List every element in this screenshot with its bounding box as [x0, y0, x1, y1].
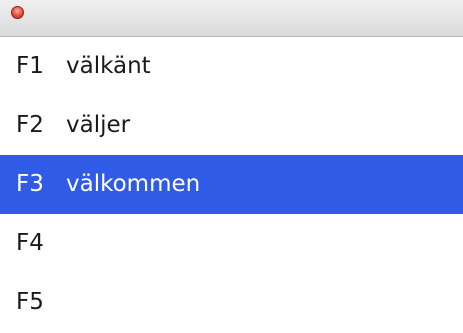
title-bar [0, 0, 463, 37]
candidate-key: F1 [16, 53, 44, 79]
candidate-word: välkommen [66, 171, 201, 197]
list-item[interactable]: F4 [0, 214, 463, 273]
candidate-key: F5 [16, 289, 44, 315]
candidate-key: F3 [16, 171, 44, 197]
list-item[interactable]: F2 väljer [0, 96, 463, 155]
candidate-window: F1 välkänt F2 väljer F3 välkommen F4 F5 [0, 0, 463, 333]
list-item-selected[interactable]: F3 välkommen [0, 155, 463, 214]
list-item[interactable]: F1 välkänt [0, 37, 463, 96]
candidate-key: F2 [16, 112, 44, 138]
candidate-word: väljer [66, 112, 131, 138]
list-item[interactable]: F5 [0, 273, 463, 332]
candidate-word: välkänt [66, 53, 151, 79]
candidate-key: F4 [16, 230, 44, 256]
close-icon[interactable] [11, 6, 24, 19]
candidate-list: F1 välkänt F2 väljer F3 välkommen F4 F5 [0, 37, 463, 332]
